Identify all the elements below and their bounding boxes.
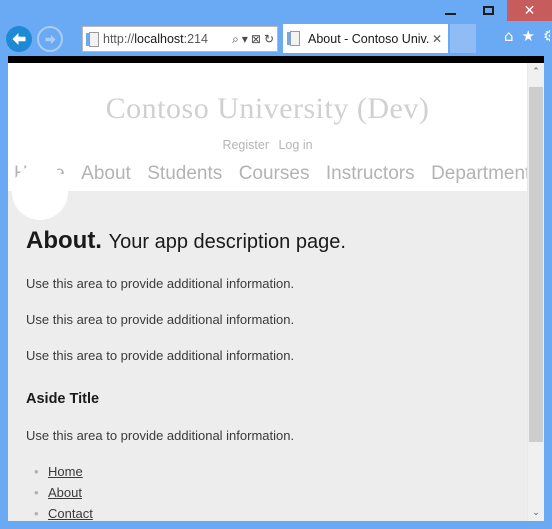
home-icon[interactable]: ⌂ [504,29,514,44]
new-tab-button[interactable] [450,24,476,53]
gear-icon[interactable]: ⚙ [543,29,550,44]
refresh-icon[interactable]: ↻ [264,33,274,45]
maximize-button[interactable] [469,0,507,21]
body-paragraph: Use this area to provide additional info… [26,276,295,291]
site-header: Contoso University (Dev) Register Log in… [8,63,527,191]
nav-item-students[interactable]: Students [147,163,222,184]
tab-page-icon [287,31,300,46]
web-page: Contoso University (Dev) Register Log in… [8,63,527,521]
page-content: About. Your app description page. Use th… [8,164,527,521]
browser-tab[interactable]: About - Contoso Univ... ✕ [283,24,448,53]
nav-item-instructors[interactable]: Instructors [326,163,415,184]
window-controls: ✕ [431,0,552,21]
close-icon: ✕ [523,2,536,19]
maximize-icon [482,6,494,15]
scroll-down-arrow-icon[interactable]: ⌄ [528,504,544,521]
close-button[interactable]: ✕ [507,0,552,21]
url-scheme: http:// [103,32,135,46]
body-paragraph: Use this area to provide additional info… [26,312,295,327]
link-about[interactable]: About [48,485,82,500]
page-title-sub: Your app description page. [108,231,346,253]
browser-window: ✕ http://localhost:214 ⌕ ▾ ⊠ ↻ About - C… [0,0,552,529]
list-item: About [34,485,509,500]
aside-title: Aside Title [26,391,100,407]
toolbar-separator [8,56,544,63]
scroll-up-arrow-icon[interactable]: ⌃ [528,63,544,80]
minimize-icon [444,12,456,15]
page-viewport: Contoso University (Dev) Register Log in… [8,63,544,521]
scrollbar-thumb[interactable] [529,87,543,442]
search-icon[interactable]: ⌕ [232,33,239,45]
favorites-star-icon[interactable]: ★ [522,29,535,44]
footer-link-list: Home About Contact [26,464,509,521]
list-item: Home [34,464,509,479]
back-button[interactable] [6,26,32,52]
page-title-bold: About. [26,227,102,254]
compatibility-view-icon[interactable]: ⊠ [251,33,261,45]
url-host: localhost [134,32,184,46]
address-bar-icons: ⌕ ▾ ⊠ ↻ [232,33,274,45]
login-link[interactable]: Log in [278,138,312,152]
minimize-button[interactable] [431,0,469,21]
page-icon [86,31,99,47]
nav-item-courses[interactable]: Courses [239,163,310,184]
aside-paragraph: Use this area to provide additional info… [26,428,295,443]
list-item: Contact [34,506,509,521]
back-arrow-icon [12,33,26,45]
browser-toolbar: http://localhost:214 ⌕ ▾ ⊠ ↻ About - Con… [0,21,552,56]
site-brand[interactable]: Contoso University (Dev) [8,63,527,126]
tab-title: About - Contoso Univ... [308,31,430,46]
register-link[interactable]: Register [222,138,269,152]
nav-item-about[interactable]: About [81,163,131,184]
url-port: :214 [183,32,208,46]
auth-links: Register Log in [8,138,527,152]
address-url: http://localhost:214 [103,32,232,46]
link-home[interactable]: Home [48,464,83,479]
body-paragraph: Use this area to provide additional info… [26,348,295,363]
forward-arrow-icon [44,34,56,44]
nav-item-departments[interactable]: Departments [431,163,527,184]
forward-button[interactable] [37,26,63,52]
chevron-down-icon[interactable]: ▾ [242,33,248,45]
toolbar-icons: ⌂ ★ ⚙ [504,29,550,44]
decorative-circle [12,164,68,220]
main-nav: Home About Students Courses Instructors … [8,163,527,185]
page-title: About. Your app description page. [26,191,509,255]
link-contact[interactable]: Contact [48,506,93,521]
address-bar[interactable]: http://localhost:214 ⌕ ▾ ⊠ ↻ [82,26,278,52]
title-bar: ✕ [0,0,552,21]
vertical-scrollbar[interactable]: ⌃ ⌄ [527,63,544,521]
tab-close-icon[interactable]: ✕ [430,32,444,46]
